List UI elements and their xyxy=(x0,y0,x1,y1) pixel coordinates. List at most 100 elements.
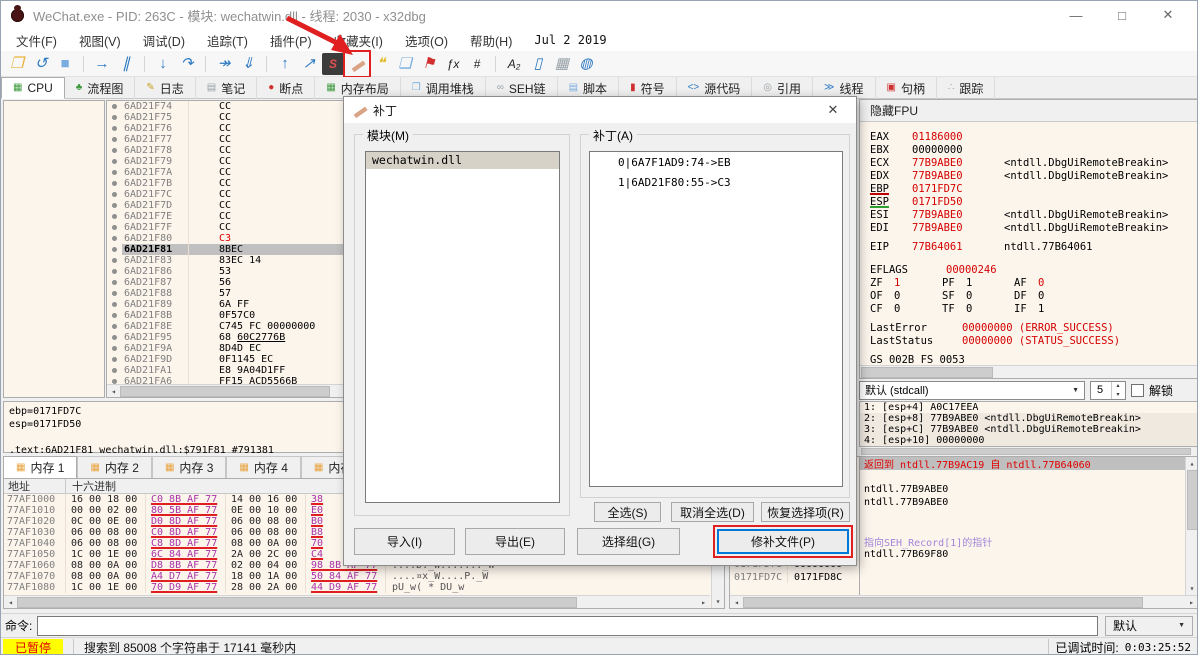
breakpoint-dot[interactable] xyxy=(107,258,122,263)
breakpoint-dot[interactable] xyxy=(107,181,122,186)
menu-help[interactable]: 帮助(H) xyxy=(459,29,523,52)
tab-cpu[interactable]: ▦ CPU xyxy=(1,77,65,99)
dump-hex-header[interactable]: 十六进制 xyxy=(66,478,116,494)
breakpoint-dot[interactable] xyxy=(107,280,122,285)
menu-plugins[interactable]: 插件(P) xyxy=(259,29,323,52)
register-row[interactable]: ECX 77B9ABE0 <ntdll.DbgUiRemoteBreakin> xyxy=(870,156,1197,169)
cpu-flag[interactable]: TF 0 xyxy=(942,302,1014,315)
register-row[interactable]: EIP 77B64061 ntdll.77B64061 xyxy=(870,240,1197,253)
register-row[interactable]: ESP 0171FD50 xyxy=(870,195,1197,208)
step-into-icon[interactable]: ↓ xyxy=(144,53,174,75)
breakpoint-dot[interactable] xyxy=(107,170,122,175)
tab-trace[interactable]: ∴ 跟踪 xyxy=(937,77,996,99)
tab-memory-2[interactable]: ▦ 内存 2 xyxy=(77,456,152,478)
breakpoint-dot[interactable] xyxy=(107,302,122,307)
calculator-icon[interactable]: ▦ xyxy=(551,53,573,75)
step-out-icon[interactable]: ↑ xyxy=(266,53,296,75)
patch-row[interactable]: 0|6A7F1AD9:74->EB xyxy=(590,152,842,172)
patch-file-button[interactable]: 修补文件(P) xyxy=(717,529,849,554)
breakpoint-dot[interactable] xyxy=(107,214,122,219)
restart-icon[interactable]: ↺ xyxy=(30,53,52,75)
cpu-flag[interactable]: IF 1 xyxy=(1014,302,1086,315)
unlock-checkbox[interactable] xyxy=(1131,383,1144,397)
cpu-flag[interactable]: AF 0 xyxy=(1014,276,1086,289)
function-icon[interactable]: ƒx xyxy=(442,53,464,75)
scroll-left-icon[interactable] xyxy=(4,596,17,609)
labels-icon[interactable]: ❏ xyxy=(394,53,416,75)
scroll-down-icon[interactable] xyxy=(1186,582,1198,595)
execute-till-return-icon[interactable]: ⇓ xyxy=(237,53,259,75)
dump-address-header[interactable]: 地址 xyxy=(4,478,66,494)
bookmarks-icon[interactable]: ⚑ xyxy=(418,53,440,75)
tab-memory-1[interactable]: ▦ 内存 1 xyxy=(3,456,78,478)
export-button[interactable]: 导出(E) xyxy=(465,528,565,555)
dump-row[interactable]: 77AF1070 08 00 0A 00 A4 D7 AF 77 18 00 1… xyxy=(4,571,710,582)
menu-debug[interactable]: 调试(D) xyxy=(132,29,196,52)
dump-row[interactable]: 77AF1080 1C 00 1E 00 70 D9 AF 77 28 00 2… xyxy=(4,582,710,593)
registers-hscrollbar[interactable] xyxy=(860,365,1197,378)
last-error-value[interactable]: 00000000 (ERROR_SUCCESS) xyxy=(962,322,1114,334)
last-status-value[interactable]: 00000000 (STATUS_SUCCESS) xyxy=(962,335,1120,347)
register-row[interactable]: EAX 01186000 xyxy=(870,130,1197,143)
highlight-icon[interactable]: A₂ xyxy=(495,53,525,75)
menu-favourites[interactable]: 收藏夹(I) xyxy=(323,29,394,52)
breakpoint-dot[interactable] xyxy=(107,291,122,296)
breakpoint-dot[interactable] xyxy=(107,346,122,351)
breakpoint-dot[interactable] xyxy=(107,247,122,252)
menu-options[interactable]: 选项(O) xyxy=(394,29,459,52)
tab-notes[interactable]: ▤ 笔记 xyxy=(196,77,258,99)
register-row[interactable]: EBP 0171FD7C xyxy=(870,182,1197,195)
stack-vscrollbar[interactable] xyxy=(1185,457,1198,595)
breakpoint-dot[interactable] xyxy=(107,115,122,120)
breakpoint-dot[interactable] xyxy=(107,313,122,318)
string-references-icon[interactable]: # xyxy=(466,53,488,75)
tab-memory-3[interactable]: ▦ 内存 3 xyxy=(151,456,227,478)
argument-row[interactable]: 2: [esp+8] 77B9ABE0 <ntdll.DbgUiRemoteBr… xyxy=(860,413,1197,424)
dump-hscrollbar[interactable] xyxy=(4,595,710,608)
open-file-icon[interactable]: ❒ xyxy=(6,53,28,75)
breakpoint-dot[interactable] xyxy=(107,104,122,109)
patch-row[interactable]: 1|6AD21F80:55->C3 xyxy=(590,172,842,192)
patch-icon[interactable]: ▬ xyxy=(343,49,371,78)
cpu-flag[interactable]: PF 1 xyxy=(942,276,1014,289)
settings-globe-icon[interactable]: ◍ xyxy=(575,53,597,75)
tab-graph[interactable]: ♣ 流程图 xyxy=(65,77,136,99)
scroll-right-icon[interactable] xyxy=(697,596,710,609)
stack-comment-row[interactable]: ntdll.77B69F80 xyxy=(860,548,1185,561)
restore-selection-button[interactable]: 恢复选择项(R) xyxy=(761,502,850,522)
module-item[interactable]: wechatwin.dll xyxy=(366,152,559,169)
args-count-spinner[interactable]: 5 ▴ ▾ xyxy=(1090,380,1126,400)
calling-convention-select[interactable]: 默认 (stdcall) xyxy=(859,380,1085,400)
breakpoint-dot[interactable] xyxy=(107,236,122,241)
segment-registers[interactable]: GS 002B FS 0053 xyxy=(870,354,965,366)
dialog-close-button[interactable]: ✕ xyxy=(818,97,848,123)
register-row[interactable]: ESI 77B9ABE0 <ntdll.DbgUiRemoteBreakin> xyxy=(870,208,1197,221)
scroll-down-icon[interactable] xyxy=(712,595,725,608)
scroll-up-icon[interactable] xyxy=(1186,457,1198,470)
cpu-flag[interactable]: ZF 1 xyxy=(870,276,942,289)
scroll-right-icon[interactable] xyxy=(1185,596,1197,609)
tab-log[interactable]: ✎ 日志 xyxy=(135,77,196,99)
maximize-button[interactable]: □ xyxy=(1099,1,1145,29)
step-over-icon[interactable]: ↷ xyxy=(176,53,198,75)
stack-row[interactable]: 0171FD7C 0171FD8C xyxy=(730,571,859,584)
breakpoint-dot[interactable] xyxy=(107,368,122,373)
comments-icon[interactable]: ❝ xyxy=(370,53,392,75)
run-to-user-code-icon[interactable]: ↗ xyxy=(298,53,320,75)
menu-file[interactable]: 文件(F) xyxy=(5,29,68,52)
cpu-flag[interactable]: OF 0 xyxy=(870,289,942,302)
breakpoint-dot[interactable] xyxy=(107,159,122,164)
notes-icon[interactable]: ▯ xyxy=(527,53,549,75)
stack-comment-row[interactable]: ntdll.77B9ABE0 xyxy=(860,496,1185,509)
stack-comment-row[interactable]: ntdll.77B9ABE0 xyxy=(860,483,1185,496)
tab-breakpoints[interactable]: ● 断点 xyxy=(257,77,316,99)
menu-view[interactable]: 视图(V) xyxy=(68,29,132,52)
cpu-flag[interactable]: CF 0 xyxy=(870,302,942,315)
argument-row[interactable]: 1: [esp+4] A0C17EEA xyxy=(860,402,1197,413)
spin-down-icon[interactable]: ▾ xyxy=(1112,390,1124,399)
breakpoint-dot[interactable] xyxy=(107,192,122,197)
close-button[interactable]: ✕ xyxy=(1145,1,1191,29)
breakpoint-dot[interactable] xyxy=(107,203,122,208)
breakpoint-dot[interactable] xyxy=(107,324,122,329)
stop-icon[interactable]: ■ xyxy=(54,53,76,75)
